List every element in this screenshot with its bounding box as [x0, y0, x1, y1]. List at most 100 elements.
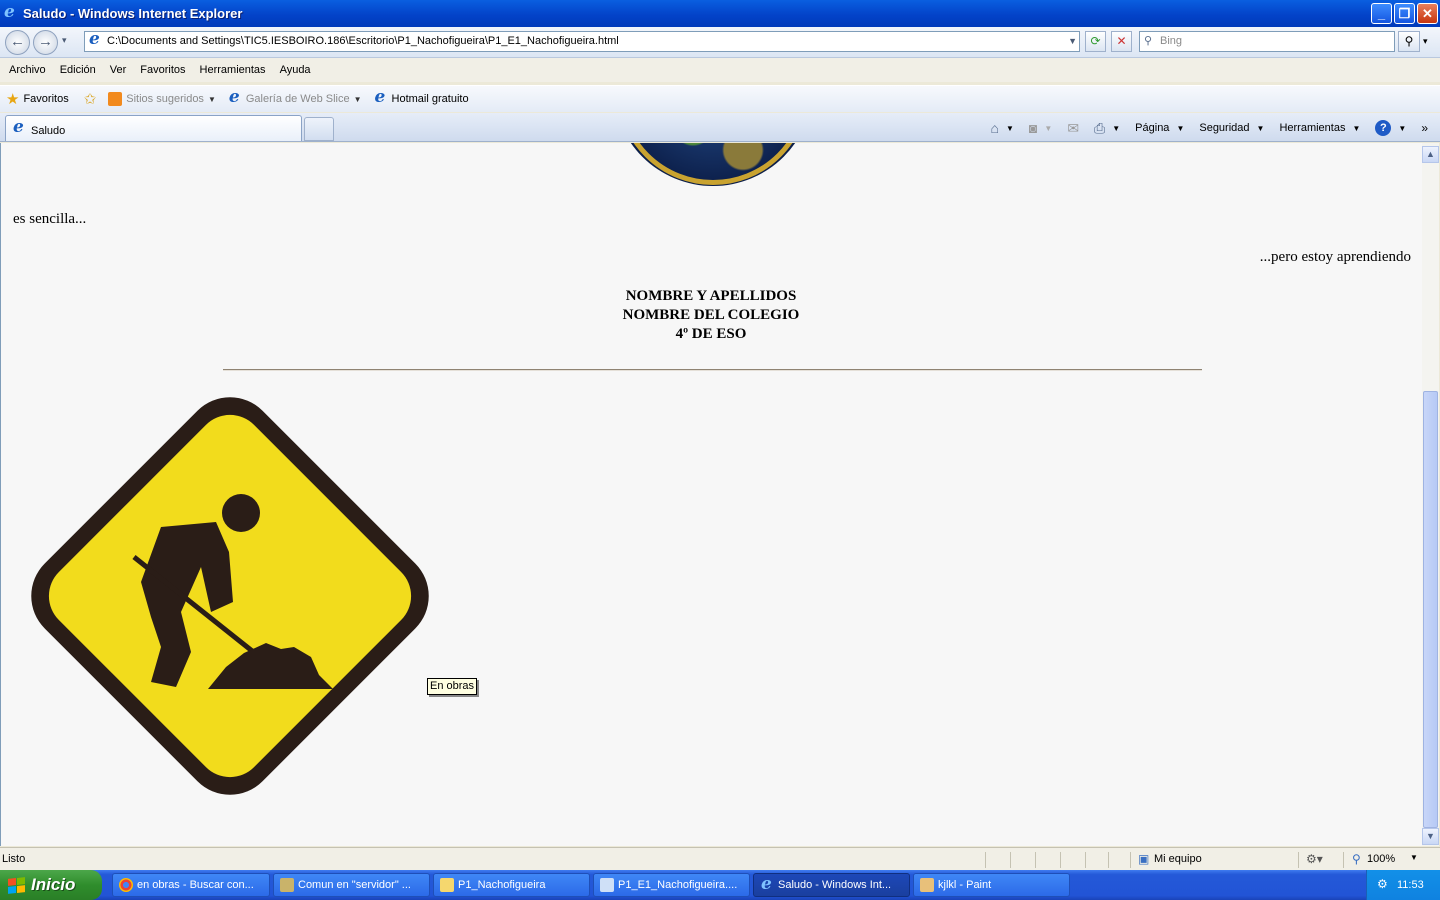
page-menu[interactable]: Página — [1135, 122, 1169, 134]
help-icon[interactable]: ? — [1375, 120, 1392, 136]
close-icon: ✕ — [1422, 6, 1433, 21]
search-placeholder: Bing — [1160, 35, 1183, 47]
left-text: es sencilla... — [13, 211, 87, 227]
taskbar-item-chrome-search[interactable]: en obras - Buscar con... — [112, 873, 270, 897]
student-info: NOMBRE Y APELLIDOS NOMBRE DEL COLEGIO 4º… — [511, 287, 911, 344]
taskbar-item-label: en obras - Buscar con... — [137, 879, 254, 891]
menu-edicion[interactable]: Edición — [60, 64, 96, 76]
zoom-dropdown-icon[interactable]: ▼ — [1410, 853, 1418, 862]
address-toolbar: ← → ▾ C:\Documents and Settings\TIC5.IES… — [0, 27, 1440, 58]
home-icon[interactable]: ⌂ — [991, 120, 999, 136]
close-button[interactable]: ✕ — [1417, 3, 1438, 24]
stop-button[interactable]: ✕ — [1111, 31, 1132, 52]
menu-favoritos[interactable]: Favoritos — [140, 64, 185, 76]
taskbar-item-label: Saludo - Windows Int... — [778, 879, 892, 891]
system-tray: ⚙ 11:53 — [1366, 870, 1440, 900]
taskbar-item-label: kjlkl - Paint — [938, 879, 992, 891]
taskbar-item-paint[interactable]: kjlkl - Paint — [913, 873, 1070, 897]
windows-logo-icon — [8, 876, 25, 894]
rss-feed-icon[interactable]: ◙ — [1029, 120, 1037, 136]
scroll-thumb[interactable] — [1423, 391, 1438, 828]
title-bar: Saludo - Windows Internet Explorer _ ❐ ✕ — [0, 0, 1440, 27]
command-bar: ⌂ ▼ ◙ ▼ ✉ ⎙ ▼ Página ▼ Seguridad ▼ Herramient… — [991, 117, 1428, 139]
ie-page-icon — [228, 87, 244, 107]
toolbar-overflow-icon[interactable]: » — [1421, 121, 1428, 135]
scroll-down-icon: ▼ — [1426, 831, 1435, 841]
refresh-icon: ⟳ — [1090, 34, 1101, 48]
hotmail-link[interactable]: Hotmail gratuito — [374, 87, 469, 107]
taskbar-item-folder[interactable]: P1_Nachofigueira — [433, 873, 590, 897]
back-button[interactable]: ← — [5, 30, 30, 55]
mail-icon[interactable]: ✉ — [1067, 120, 1079, 137]
vertical-scrollbar[interactable]: ▲ ▼ — [1422, 143, 1439, 846]
search-options-icon[interactable]: ▾ — [1423, 36, 1428, 47]
restore-button[interactable]: ❐ — [1394, 3, 1415, 24]
zoom-icon[interactable]: ⚲ — [1352, 852, 1361, 866]
safety-menu[interactable]: Seguridad — [1199, 122, 1249, 134]
taskbar-item-label: Comun en "servidor" ... — [298, 879, 411, 891]
suggested-sites-link[interactable]: Sitios sugeridos ▼ — [108, 92, 216, 106]
recent-pages-dropdown-icon[interactable]: ▾ — [62, 35, 67, 46]
zoom-level[interactable]: 100% — [1367, 853, 1395, 865]
school-name-line: NOMBRE DEL COLEGIO — [622, 307, 800, 323]
menu-ayuda[interactable]: Ayuda — [280, 64, 311, 76]
safety-dropdown-icon[interactable]: ▼ — [1257, 124, 1265, 133]
horizontal-rule — [223, 369, 1202, 371]
protected-mode-icon[interactable]: ⚙▾ — [1306, 852, 1323, 866]
feeds-dropdown-icon[interactable]: ▼ — [1044, 124, 1052, 133]
print-icon[interactable]: ⎙ — [1094, 120, 1105, 137]
taskbar-item-internet-explorer[interactable]: Saludo - Windows Int... — [753, 873, 910, 897]
ie-icon — [760, 874, 774, 894]
help-dropdown-icon[interactable]: ▼ — [1398, 124, 1406, 133]
globe-image — [613, 143, 813, 186]
taskbar-item-editor[interactable]: P1_E1_Nachofigueira.... — [593, 873, 750, 897]
favorites-button[interactable]: ★ Favoritos — [6, 90, 69, 108]
star-icon: ★ — [6, 91, 20, 108]
add-favorites-button[interactable]: ✩ — [84, 90, 101, 108]
taskbar: Inicio en obras - Buscar con... Comun en… — [0, 870, 1440, 900]
suggested-sites-label: Sitios sugeridos — [126, 93, 204, 105]
scroll-up-icon: ▲ — [1426, 149, 1435, 159]
search-icon: ⚲ — [1144, 35, 1153, 47]
address-input[interactable]: C:\Documents and Settings\TIC5.IESBOIRO.… — [84, 31, 1080, 52]
start-label: Inicio — [31, 875, 76, 894]
minimize-icon: _ — [1377, 6, 1386, 21]
taskbar-item-server-share[interactable]: Comun en "servidor" ... — [273, 873, 430, 897]
chevron-down-icon: ▼ — [353, 94, 362, 104]
menu-herramientas[interactable]: Herramientas — [200, 64, 266, 76]
window-title: Saludo - Windows Internet Explorer — [23, 6, 243, 21]
scroll-up-button[interactable]: ▲ — [1422, 146, 1439, 163]
menu-bar: Archivo Edición Ver Favoritos Herramient… — [0, 58, 1440, 82]
taskbar-item-label: P1_E1_Nachofigueira.... — [618, 879, 738, 891]
tools-dropdown-icon[interactable]: ▼ — [1352, 124, 1360, 133]
home-dropdown-icon[interactable]: ▼ — [1006, 124, 1014, 133]
refresh-button[interactable]: ⟳ — [1085, 31, 1106, 52]
search-button[interactable]: ⚲ — [1398, 31, 1420, 52]
back-arrow-icon: ← — [10, 33, 25, 50]
ie-logo-icon — [3, 2, 19, 22]
new-tab-button[interactable] — [304, 117, 334, 141]
minimize-button[interactable]: _ — [1371, 3, 1392, 24]
search-input[interactable]: ⚲ Bing — [1139, 31, 1395, 52]
tab-bar: Saludo ⌂ ▼ ◙ ▼ ✉ ⎙ ▼ Página ▼ Seguridad ▼ Her… — [0, 113, 1440, 142]
chevron-down-icon: ▼ — [207, 94, 216, 104]
tools-menu[interactable]: Herramientas — [1279, 122, 1345, 134]
favorites-bar: ★ Favoritos ✩ Sitios sugeridos ▼ Galería… — [0, 85, 1440, 112]
address-dropdown-icon[interactable]: ▼ — [1068, 32, 1077, 51]
menu-ver[interactable]: Ver — [110, 64, 127, 76]
folder-icon — [440, 878, 454, 892]
tab-label: Saludo — [31, 125, 66, 137]
clock: 11:53 — [1397, 879, 1424, 891]
scroll-down-button[interactable]: ▼ — [1422, 828, 1439, 845]
web-slice-gallery-link[interactable]: Galería de Web Slice ▼ — [228, 87, 362, 107]
menu-archivo[interactable]: Archivo — [9, 64, 46, 76]
network-tray-icon[interactable]: ⚙ — [1377, 877, 1388, 891]
print-dropdown-icon[interactable]: ▼ — [1112, 124, 1120, 133]
page-dropdown-icon[interactable]: ▼ — [1176, 124, 1184, 133]
start-button[interactable]: Inicio — [0, 870, 102, 900]
address-url: C:\Documents and Settings\TIC5.IESBOIRO.… — [107, 35, 619, 47]
forward-button[interactable]: → — [33, 30, 58, 55]
page-viewport: es sencilla... ...pero estoy aprendiendo… — [0, 143, 1422, 846]
tab-saludo[interactable]: Saludo — [5, 115, 302, 141]
image-tooltip: En obras — [427, 678, 478, 695]
